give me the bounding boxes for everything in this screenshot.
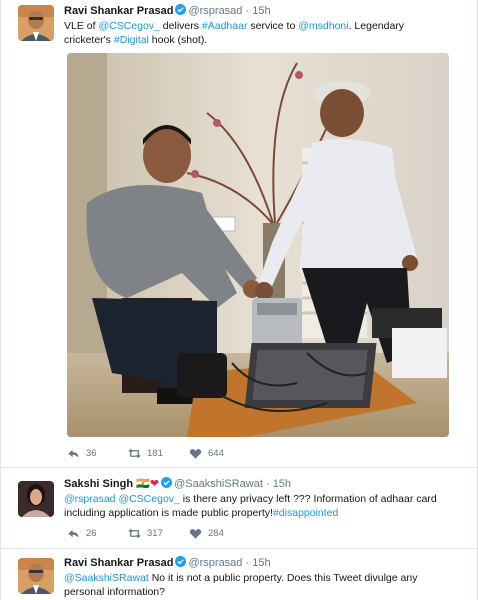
tweet-2-actions: 26 317 284 [67,527,250,540]
author-name[interactable]: Ravi Shankar Prasad [64,5,173,17]
like-icon [189,448,202,459]
timestamp[interactable]: 15h [273,478,291,490]
reply-button[interactable]: 36 [67,447,128,460]
mention-link[interactable]: @rsprasad [64,493,116,505]
author-handle[interactable]: @rsprasad [188,557,242,569]
tweet-1-text: VLE of @CSCegov_ delivers #Aadhaar servi… [64,19,464,47]
hashtag-link[interactable]: #Digital [114,34,149,46]
author-handle[interactable]: @rsprasad [188,5,242,17]
author-handle[interactable]: @SaakshiSRawat [174,478,263,490]
separator: · [265,478,270,490]
retweet-count: 317 [147,528,163,539]
avatar-sakshi[interactable] [18,481,54,517]
tweet-photo[interactable] [67,53,449,437]
mention-link[interactable]: @CSCegov_ [118,493,179,505]
mention-link[interactable]: @CSCegov_ [98,20,159,32]
tweet-1-actions: 36 181 644 [67,447,250,460]
heart-emoji: ❤ [149,478,160,490]
like-button[interactable]: 644 [189,447,250,460]
like-count: 644 [208,448,224,459]
retweet-count: 181 [147,448,163,459]
tweet-1[interactable]: Ravi Shankar Prasad @rsprasad · 15h VLE o… [1,0,477,466]
author-name[interactable]: Sakshi Singh [64,478,133,490]
reply-count: 36 [86,448,97,459]
tweet-3-text: @SaakshiSRawat No it is not a public pro… [64,571,474,599]
like-button[interactable]: 284 [189,527,250,540]
flag-emoji: 🇮🇳 [136,478,150,490]
timestamp[interactable]: 15h [252,557,270,569]
tweet-3-header: Ravi Shankar Prasad @rsprasad · 15h [64,556,271,570]
mention-link[interactable]: @SaakshiSRawat [64,572,149,584]
tweet-1-header: Ravi Shankar Prasad @rsprasad · 15h [64,4,271,18]
hashtag-link[interactable]: #Aadhaar [202,20,248,32]
tweet-thread: Ravi Shankar Prasad @rsprasad · 15h VLE o… [0,0,478,600]
retweet-button[interactable]: 317 [128,527,189,540]
text-segment: cricketer's [64,34,114,46]
reply-count: 26 [86,528,97,539]
text-segment: VLE of [64,20,99,32]
text-segment: including application is made public pro… [64,507,273,519]
retweet-button[interactable]: 181 [128,447,189,460]
like-icon [189,528,202,539]
retweet-icon [128,528,141,539]
tweet-2-text: @rsprasad @CSCegov_ is there any privacy… [64,492,474,520]
text-segment: . Legendary [348,20,405,32]
verified-badge-icon [175,4,187,15]
separator: · [245,5,250,17]
author-name[interactable]: Ravi Shankar Prasad [64,557,173,569]
text-segment: service to [247,20,299,32]
retweet-icon [128,448,141,459]
mention-link[interactable]: @msdhoni [298,20,348,32]
avatar-ravi[interactable] [18,5,54,41]
verified-badge-icon [175,556,187,567]
tweet-2[interactable]: Sakshi Singh 🇮🇳❤ @SaakshiSRawat · 15h @rs… [1,468,477,548]
hashtag-link[interactable]: #disappointed [273,507,338,519]
verified-badge-icon [161,477,173,488]
reply-icon [68,529,79,538]
text-segment: delivers [159,20,202,32]
text-segment: personal information? [64,586,165,598]
reply-button[interactable]: 26 [67,527,128,540]
timestamp[interactable]: 15h [252,5,270,17]
tweet-3[interactable]: Ravi Shankar Prasad @rsprasad · 15h @Saak… [1,549,477,600]
text-segment: hook (shot). [148,34,208,46]
text-segment: No it is not a public property. Does thi… [148,572,418,584]
like-count: 284 [208,528,224,539]
separator: · [245,557,250,569]
avatar-ravi[interactable] [18,558,54,594]
reply-icon [68,449,79,458]
text-segment: is there any privacy left ??? Informatio… [179,493,437,505]
tweet-2-header: Sakshi Singh 🇮🇳❤ @SaakshiSRawat · 15h [64,477,291,491]
